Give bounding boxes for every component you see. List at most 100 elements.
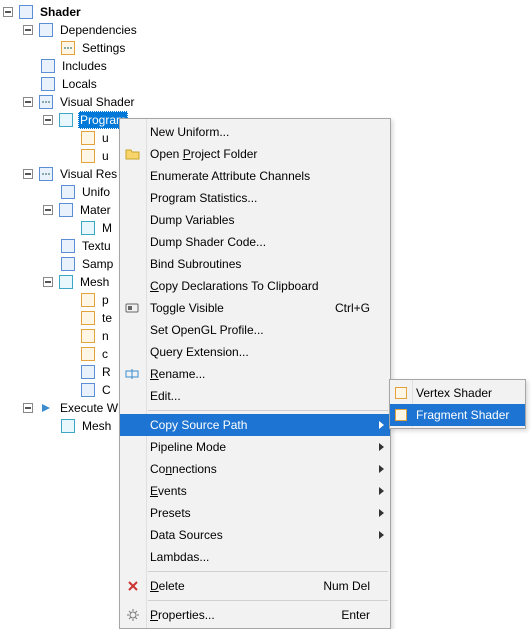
group-icon xyxy=(38,94,54,110)
tree-label: M xyxy=(100,219,114,237)
menu-label: Data Sources xyxy=(150,528,370,542)
tree-label: Mesh xyxy=(78,273,111,291)
tree-node-shader[interactable]: Shader xyxy=(0,3,532,21)
menu-accelerator: Enter xyxy=(341,608,370,622)
menu-label: New Uniform... xyxy=(150,125,370,139)
rename-icon xyxy=(124,365,142,383)
item-icon xyxy=(392,406,410,424)
item-icon xyxy=(60,418,76,434)
menu-label: Connections xyxy=(150,462,370,476)
item-icon xyxy=(80,364,96,380)
menu-separator xyxy=(148,410,388,411)
expander-icon[interactable] xyxy=(40,111,58,129)
menu-item-open-project-folder[interactable]: Open Project Folder xyxy=(120,143,390,165)
expander-icon[interactable] xyxy=(40,201,58,219)
menu-item-dump-vars[interactable]: Dump Variables xyxy=(120,209,390,231)
menu-item-edit[interactable]: Edit... xyxy=(120,385,390,407)
menu-item-copy-decl[interactable]: Copy Declarations To Clipboard xyxy=(120,275,390,297)
menu-item-dump-shader[interactable]: Dump Shader Code... xyxy=(120,231,390,253)
menu-item-delete[interactable]: Delete Num Del xyxy=(120,575,390,597)
menu-label: Dump Shader Code... xyxy=(150,235,370,249)
menu-item-lambdas[interactable]: Lambdas... xyxy=(120,546,390,568)
menu-item-query-ext[interactable]: Query Extension... xyxy=(120,341,390,363)
menu-label: Pipeline Mode xyxy=(150,440,370,454)
expander-icon[interactable] xyxy=(0,3,18,21)
menu-item-toggle-visible[interactable]: Toggle Visible Ctrl+G xyxy=(120,297,390,319)
menu-item-presets[interactable]: Presets xyxy=(120,502,390,524)
menu-label: Delete xyxy=(150,579,313,593)
menu-label: Bind Subroutines xyxy=(150,257,370,271)
context-menu: New Uniform... Open Project Folder Enume… xyxy=(119,118,391,629)
settings-icon xyxy=(60,40,76,56)
tree-node-dependencies[interactable]: Dependencies xyxy=(0,21,532,39)
tree-label: Shader xyxy=(38,3,83,21)
menu-item-connections[interactable]: Connections xyxy=(120,458,390,480)
menu-label: Copy Declarations To Clipboard xyxy=(150,279,370,293)
tree-label: Textu xyxy=(80,237,113,255)
menu-label: Fragment Shader xyxy=(416,408,515,422)
menu-item-rename[interactable]: Rename... xyxy=(120,363,390,385)
submenu-arrow-icon xyxy=(379,487,384,495)
expander-icon[interactable] xyxy=(20,93,38,111)
expander-icon[interactable] xyxy=(20,21,38,39)
folder-open-icon xyxy=(124,145,142,163)
tree-label: Unifo xyxy=(80,183,112,201)
menu-separator xyxy=(148,571,388,572)
menu-label: Edit... xyxy=(150,389,370,403)
expander-icon[interactable] xyxy=(40,273,58,291)
menu-item-events[interactable]: Events xyxy=(120,480,390,502)
expander-icon[interactable] xyxy=(20,165,38,183)
tree-label: u xyxy=(100,147,111,165)
tree-label: Mesh xyxy=(80,417,113,435)
tree-label: R xyxy=(100,363,113,381)
expander-icon[interactable] xyxy=(20,399,38,417)
menu-label: Enumerate Attribute Channels xyxy=(150,169,370,183)
menu-item-new-uniform[interactable]: New Uniform... xyxy=(120,121,390,143)
item-icon xyxy=(392,384,410,402)
submenu-arrow-icon xyxy=(379,421,384,429)
menu-item-properties[interactable]: Properties... Enter xyxy=(120,604,390,626)
menu-item-data-sources[interactable]: Data Sources xyxy=(120,524,390,546)
menu-label: Lambdas... xyxy=(150,550,370,564)
menu-item-copy-source-path[interactable]: Copy Source Path xyxy=(120,414,390,436)
menu-label: Rename... xyxy=(150,367,370,381)
tree-node-locals[interactable]: Locals xyxy=(0,75,532,93)
tree-label: Visual Shader xyxy=(58,93,137,111)
tree-label: Settings xyxy=(80,39,127,57)
module-icon xyxy=(18,4,34,20)
tree-label: Execute W xyxy=(58,399,120,417)
menu-label: Toggle Visible xyxy=(150,301,325,315)
tree-label: te xyxy=(100,309,114,327)
menu-item-program-stats[interactable]: Program Statistics... xyxy=(120,187,390,209)
tree-node-visual-shader[interactable]: Visual Shader xyxy=(0,93,532,111)
menu-label: Program Statistics... xyxy=(150,191,370,205)
menu-item-bind-sub[interactable]: Bind Subroutines xyxy=(120,253,390,275)
submenu-item-vertex-shader[interactable]: Vertex Shader xyxy=(390,382,525,404)
tree-label: Visual Res xyxy=(58,165,119,183)
menu-item-pipeline-mode[interactable]: Pipeline Mode xyxy=(120,436,390,458)
toggle-icon xyxy=(124,299,142,317)
submenu-arrow-icon xyxy=(379,531,384,539)
menu-label: Open Project Folder xyxy=(150,147,370,161)
tree-node-includes[interactable]: Includes xyxy=(0,57,532,75)
item-icon xyxy=(58,202,74,218)
menu-label: Set OpenGL Profile... xyxy=(150,323,370,337)
program-icon xyxy=(58,112,74,128)
delete-icon xyxy=(124,577,142,595)
group-icon xyxy=(38,22,54,38)
tree-node-settings[interactable]: Settings xyxy=(0,39,532,57)
submenu-arrow-icon xyxy=(379,509,384,517)
submenu-arrow-icon xyxy=(379,443,384,451)
tree-label: n xyxy=(100,327,111,345)
tree-label: c xyxy=(100,345,110,363)
menu-label: Dump Variables xyxy=(150,213,370,227)
menu-item-enumerate-attr[interactable]: Enumerate Attribute Channels xyxy=(120,165,390,187)
item-icon xyxy=(80,148,96,164)
menu-label: Events xyxy=(150,484,370,498)
menu-accelerator: Num Del xyxy=(323,579,370,593)
menu-item-set-opengl[interactable]: Set OpenGL Profile... xyxy=(120,319,390,341)
submenu-item-fragment-shader[interactable]: Fragment Shader xyxy=(390,404,525,426)
tree-label: Locals xyxy=(60,75,99,93)
arrow-right-icon xyxy=(38,400,54,416)
item-icon xyxy=(80,292,96,308)
